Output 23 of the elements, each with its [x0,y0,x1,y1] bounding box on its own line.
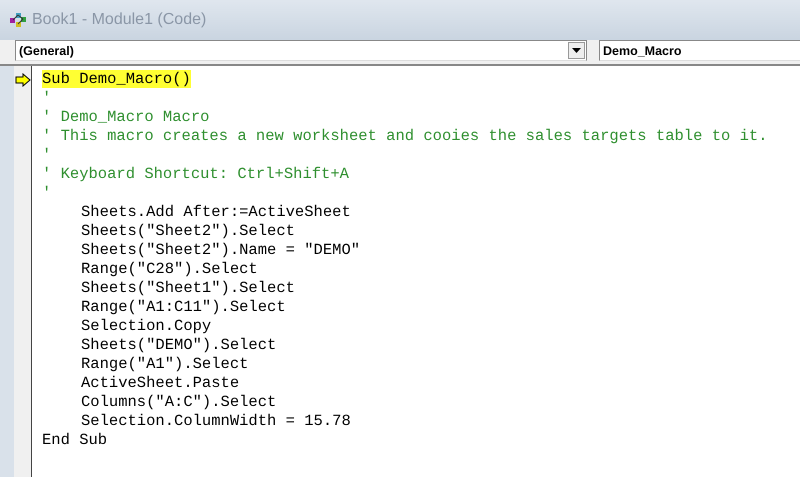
code-line: Sheets("Sheet1").Select [81,279,295,297]
code-comment: ' This macro creates a new worksheet and cooies the sales targets table to it. [42,127,768,145]
code-line: Sheets.Add After:=ActiveSheet [81,203,351,221]
code-line: Range("C28").Select [81,260,258,278]
code-comment: ' [42,146,52,164]
procedure-dropdown[interactable]: Demo_Macro [599,40,800,61]
code-comment: ' Keyboard Shortcut: Ctrl+Shift+A [42,165,349,183]
code-line: Selection.ColumnWidth = 15.78 [81,412,351,430]
code-line: Columns("A:C").Select [81,393,276,411]
code-line: Range("A1:C11").Select [81,298,286,316]
object-dropdown[interactable]: (General) [15,40,587,61]
code-comment: ' Demo_Macro Macro [42,108,210,126]
code-line: Range("A1").Select [81,355,248,373]
code-line: Sheets("Sheet2").Name = "DEMO" [81,241,360,259]
code-line: ActiveSheet.Paste [81,374,240,392]
module-icon [8,10,28,30]
code-comment: ' [42,184,52,202]
window-title: Book1 - Module1 (Code) [32,11,206,29]
code-line: Selection.Copy [81,317,212,335]
code-line: Sheets("DEMO").Select [81,336,276,354]
code-comment: ' [42,89,52,107]
code-line: Sheets("Sheet2").Select [81,222,295,240]
code-line: End Sub [42,431,108,449]
